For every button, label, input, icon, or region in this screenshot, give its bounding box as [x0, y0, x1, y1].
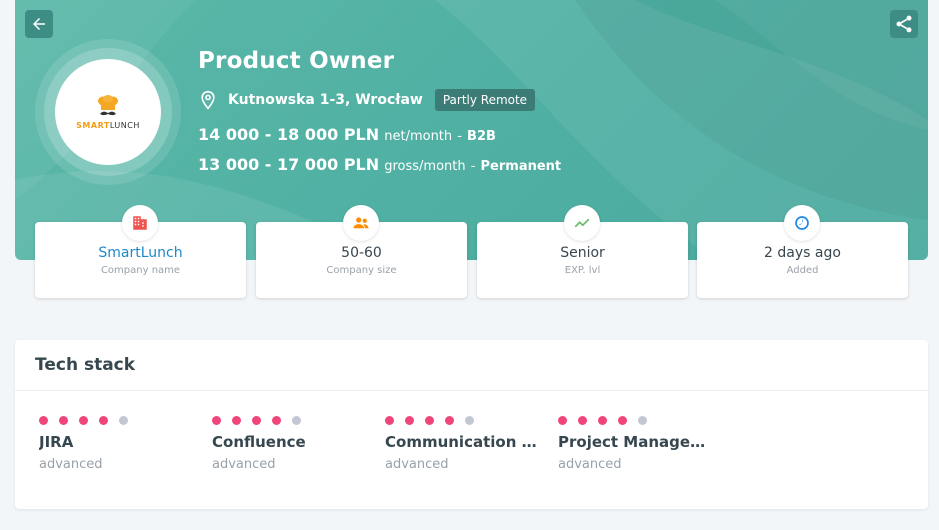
job-offer-page: SMARTLUNCH Product Owner Kutnowska 1-3, … [0, 0, 939, 530]
tech-stack-title: Tech stack [35, 355, 136, 375]
card-label: Company name [100, 265, 181, 276]
card-icon-circle [122, 205, 158, 241]
building-icon [133, 216, 147, 230]
people-icon [353, 217, 369, 229]
rating-dot-empty [119, 416, 128, 425]
location-row: Kutnowska 1-3, Wrocław Partly Remote [198, 89, 536, 111]
skill-rating [39, 416, 199, 425]
share-button[interactable] [890, 10, 918, 38]
card-icon-circle [343, 205, 379, 241]
skill-rating [385, 416, 545, 425]
skill-name: Confluence [212, 433, 306, 451]
salary-permanent: 13 000 - 17 000 PLN gross/month - Perman… [198, 155, 561, 174]
location-address: Kutnowska 1-3, Wrocław [228, 92, 423, 108]
skill-item: Confluence advanced [212, 416, 372, 472]
experience-level-card: Senior EXP. lvl [477, 205, 688, 298]
skill-level: advanced [385, 457, 449, 472]
rating-dot-filled [232, 416, 241, 425]
skill-item: Communication S... advanced [385, 416, 545, 472]
card-value: 50-60 [341, 245, 382, 261]
company-logo: SMARTLUNCH [55, 59, 161, 165]
card-label: Company size [326, 265, 397, 276]
rating-dot-filled [425, 416, 434, 425]
salary-period: net/month [384, 129, 453, 144]
rating-dot-filled [445, 416, 454, 425]
rating-dot-filled [385, 416, 394, 425]
rating-dot-filled [252, 416, 261, 425]
rating-dot-filled [272, 416, 281, 425]
company-size-card: 50-60 Company size [256, 205, 467, 298]
skill-level: advanced [39, 457, 103, 472]
skill-rating [558, 416, 718, 425]
logo-wordmark: SMARTLUNCH [76, 120, 140, 130]
rating-dot-empty [292, 416, 301, 425]
rating-dot-filled [79, 416, 88, 425]
salary-period: gross/month [384, 159, 466, 174]
skill-item: JIRA advanced [39, 416, 199, 472]
added-date-card: 2 days ago Added [697, 205, 908, 298]
divider [15, 390, 928, 391]
rating-dot-filled [578, 416, 587, 425]
rating-dot-empty [638, 416, 647, 425]
salary-amount: 14 000 - 18 000 PLN [198, 125, 380, 144]
salary-separator: - [470, 159, 476, 174]
card-label: Added [786, 265, 819, 276]
card-value: Senior [560, 245, 605, 261]
skill-level: advanced [212, 457, 276, 472]
rating-dot-filled [39, 416, 48, 425]
rating-dot-filled [59, 416, 68, 425]
card-label: EXP. lvl [564, 265, 601, 276]
salary-contract-type: B2B [467, 129, 496, 144]
map-pin-icon [201, 90, 215, 110]
skill-item: Project Managem... advanced [558, 416, 718, 472]
company-name-card: SmartLunch Company name [35, 205, 246, 298]
share-icon [896, 15, 912, 33]
rating-dot-filled [99, 416, 108, 425]
company-name-link[interactable]: SmartLunch [35, 245, 246, 261]
trend-up-icon [574, 218, 590, 228]
salary-b2b: 14 000 - 18 000 PLN net/month - B2B [198, 125, 496, 144]
rating-dot-filled [405, 416, 414, 425]
card-value: 2 days ago [764, 245, 841, 261]
skill-name: JIRA [39, 433, 74, 451]
rating-dot-filled [212, 416, 221, 425]
job-title: Product Owner [198, 48, 395, 74]
clock-icon [795, 216, 809, 230]
remote-badge: Partly Remote [434, 89, 536, 111]
salary-contract-type: Permanent [480, 159, 562, 174]
skill-name: Communication S... [385, 433, 540, 451]
skill-level: advanced [558, 457, 622, 472]
card-icon-circle [784, 205, 820, 241]
rating-dot-empty [465, 416, 474, 425]
back-button[interactable] [25, 10, 53, 38]
salary-separator: - [457, 129, 462, 144]
salary-amount: 13 000 - 17 000 PLN [198, 155, 380, 174]
rating-dot-filled [558, 416, 567, 425]
skill-rating [212, 416, 372, 425]
chef-hat-mustache-icon [98, 94, 118, 115]
rating-dot-filled [598, 416, 607, 425]
tech-stack-section: Tech stack JIRA advanced Confluence adva… [15, 340, 928, 509]
rating-dot-filled [618, 416, 627, 425]
arrow-left-icon [33, 18, 45, 30]
card-icon-circle [564, 205, 600, 241]
skill-name: Project Managem... [558, 433, 713, 451]
